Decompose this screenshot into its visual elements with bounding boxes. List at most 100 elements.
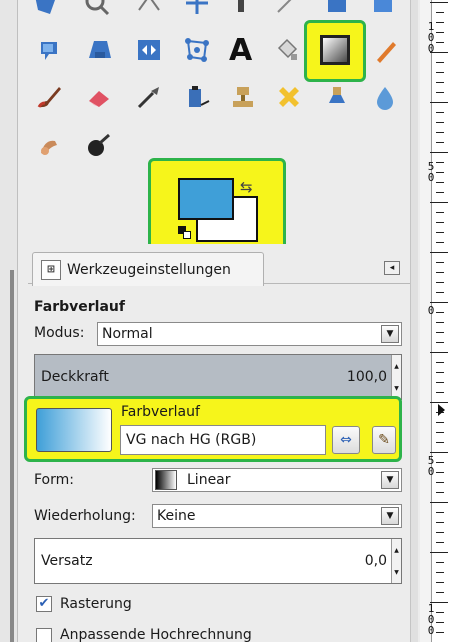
- ruler-label-digit: 0: [427, 42, 435, 55]
- opacity-spinner[interactable]: ▲ ▼: [391, 355, 401, 399]
- chevron-down-icon[interactable]: ▼: [381, 325, 399, 343]
- ruler-tick: [436, 292, 444, 293]
- ruler-pointer-marker: [438, 404, 445, 416]
- tool-options-icon: ⊞: [41, 259, 61, 280]
- ruler-tick: [436, 442, 444, 443]
- spin-up-icon[interactable]: ▲: [392, 355, 401, 377]
- ruler-tick: [436, 622, 444, 623]
- ruler-tick: [430, 302, 448, 303]
- flip-icon[interactable]: [134, 35, 164, 65]
- blend-icon-highlighted[interactable]: [316, 31, 354, 69]
- cage-icon[interactable]: [182, 35, 212, 65]
- paintbrush-icon[interactable]: [34, 82, 64, 112]
- dithering-checkbox[interactable]: ✔: [36, 596, 52, 612]
- eraser-icon[interactable]: [84, 82, 114, 112]
- ruler-tick: [436, 192, 444, 193]
- ruler-tick: [430, 552, 448, 553]
- ruler-tick: [436, 532, 444, 533]
- chevron-down-icon[interactable]: ▼: [381, 471, 399, 489]
- ruler-tick: [436, 632, 444, 633]
- swap-colors-icon[interactable]: ⇆: [240, 178, 258, 196]
- blur-icon[interactable]: [34, 132, 64, 162]
- ruler-tick: [436, 42, 444, 43]
- ruler-tick: [430, 152, 448, 153]
- shape-select[interactable]: Linear ▼: [152, 468, 402, 492]
- smudge-icon[interactable]: [370, 82, 400, 112]
- ruler-tick: [436, 582, 444, 583]
- ruler-tick: [436, 592, 444, 593]
- ruler-tick: [436, 372, 444, 373]
- bucket-fill-icon[interactable]: [272, 35, 302, 65]
- ruler-tick: [436, 122, 444, 123]
- heal-icon[interactable]: [274, 82, 304, 112]
- crop-icon[interactable]: [272, 0, 302, 18]
- move-icon[interactable]: [182, 0, 212, 18]
- ruler-tick: [436, 492, 444, 493]
- adaptive-supersampling-checkbox[interactable]: [36, 628, 52, 642]
- perspective-clone-icon[interactable]: [322, 82, 352, 112]
- edit-gradient-button[interactable]: ✎: [372, 426, 396, 454]
- text-icon[interactable]: A: [226, 33, 256, 63]
- airbrush-icon[interactable]: [134, 82, 164, 112]
- ruler-tick: [430, 2, 448, 3]
- ruler-tick: [436, 212, 444, 213]
- dock-menu-button[interactable]: ◂: [384, 261, 400, 275]
- offset-slider[interactable]: Versatz 0,0 ▲ ▼: [34, 538, 402, 584]
- ruler-tick: [436, 422, 444, 423]
- ruler-tick: [436, 332, 444, 333]
- ruler-label-digit: 0: [427, 171, 435, 184]
- mode-select[interactable]: Normal ▼: [97, 322, 402, 346]
- offset-label: Versatz: [41, 553, 93, 569]
- tool-section-title: Farbverlauf: [34, 299, 125, 315]
- free-select-icon[interactable]: [30, 0, 60, 18]
- ruler-tick: [436, 72, 444, 73]
- shear-icon[interactable]: [84, 35, 114, 65]
- measure-icon[interactable]: [134, 0, 164, 18]
- repeat-value: Keine: [157, 508, 196, 524]
- edit-icon: ✎: [378, 432, 390, 448]
- ruler-tick: [436, 182, 444, 183]
- dock-scrollbar[interactable]: [410, 0, 418, 642]
- opacity-label: Deckkraft: [41, 369, 109, 385]
- pencil-icon[interactable]: [372, 35, 402, 65]
- left-dock-edge: [0, 0, 18, 642]
- ruler-tick: [436, 222, 444, 223]
- mode-value: Normal: [102, 326, 153, 342]
- tab-label: Werkzeugeinstellungen: [67, 261, 231, 278]
- ruler-tick: [436, 542, 444, 543]
- clone-icon[interactable]: [228, 82, 258, 112]
- align-icon[interactable]: [226, 0, 256, 18]
- unified-transform-icon[interactable]: [368, 0, 398, 18]
- gradient-name-field[interactable]: VG nach HG (RGB): [120, 425, 326, 455]
- ruler-label-digit: 0: [427, 624, 435, 637]
- ruler-label-digit: 0: [427, 304, 435, 317]
- dodge-burn-icon[interactable]: [84, 130, 114, 160]
- rotate-icon[interactable]: [322, 0, 352, 18]
- opacity-slider[interactable]: Deckkraft 100,0 ▲ ▼: [34, 354, 402, 400]
- default-colors-icon[interactable]: [178, 226, 192, 240]
- ruler-tick: [436, 282, 444, 283]
- svg-text:A: A: [229, 33, 253, 63]
- ruler-tick: [436, 322, 444, 323]
- zoom-icon[interactable]: [82, 0, 112, 18]
- ink-icon[interactable]: [182, 82, 212, 112]
- chevron-down-icon[interactable]: ▼: [381, 507, 399, 525]
- ruler-tick: [436, 382, 444, 383]
- ruler-tick: [436, 172, 444, 173]
- reverse-gradient-button[interactable]: ⇔: [332, 426, 360, 454]
- ruler-tick: [430, 402, 448, 403]
- spin-up-icon[interactable]: ▲: [392, 539, 401, 561]
- tab-tool-options[interactable]: ⊞ Werkzeugeinstellungen: [32, 252, 264, 286]
- ruler-tick: [436, 22, 444, 23]
- mode-label: Modus:: [34, 325, 85, 341]
- foreground-color-swatch[interactable]: [178, 178, 234, 220]
- repeat-select[interactable]: Keine ▼: [152, 504, 402, 528]
- spin-down-icon[interactable]: ▼: [392, 561, 401, 583]
- ruler-tick: [436, 562, 444, 563]
- gradient-preview[interactable]: [36, 408, 112, 452]
- scale-icon[interactable]: [34, 35, 64, 65]
- ruler-tick: [436, 522, 444, 523]
- offset-spinner[interactable]: ▲ ▼: [391, 539, 401, 583]
- dithering-label: Rasterung: [60, 596, 132, 612]
- ruler-tick: [436, 162, 444, 163]
